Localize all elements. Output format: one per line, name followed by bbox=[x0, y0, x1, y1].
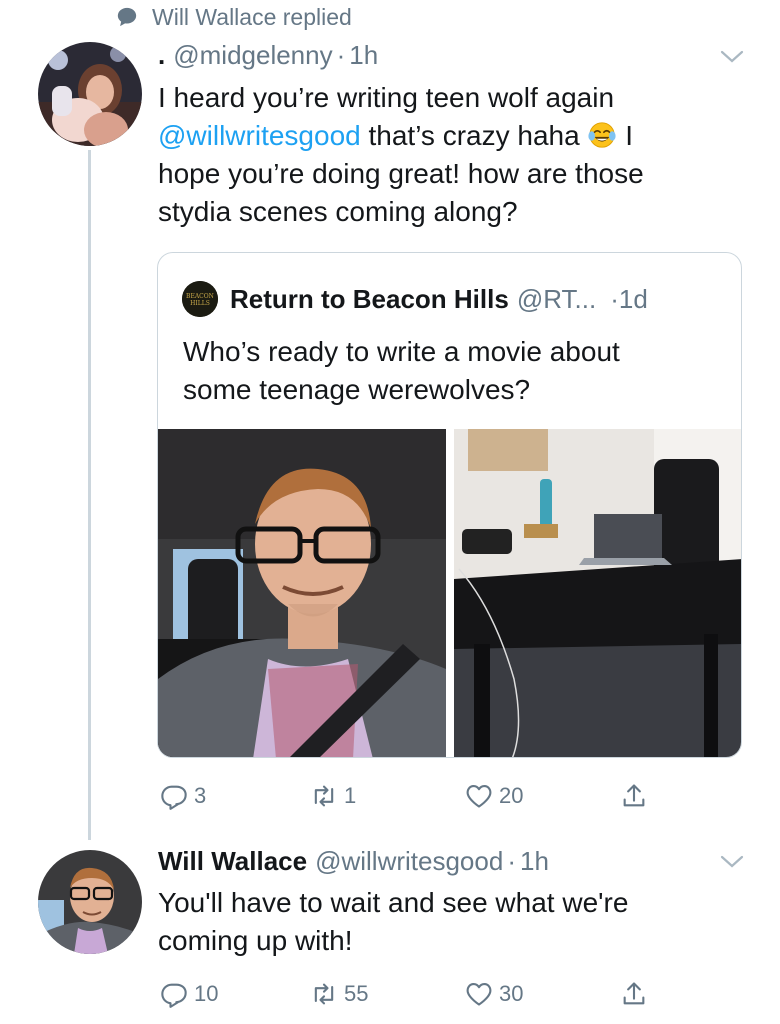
quote-photo-office[interactable] bbox=[454, 429, 741, 757]
chevron-down-icon[interactable] bbox=[720, 50, 744, 64]
retweet-button[interactable]: 1 bbox=[310, 776, 356, 816]
like-button[interactable]: 30 bbox=[465, 974, 523, 1014]
tweet1-handle[interactable]: @midgelenny bbox=[173, 40, 332, 71]
tweet1-line2: @willwritesgood that’s crazy haha I bbox=[158, 117, 738, 155]
reply-context: Will Wallace replied bbox=[116, 2, 352, 32]
face-with-tears-of-joy-icon bbox=[588, 122, 617, 148]
tweet2-name[interactable]: Will Wallace bbox=[158, 846, 307, 877]
retweet-button[interactable]: 55 bbox=[310, 974, 368, 1014]
avatar-midgelenny[interactable] bbox=[38, 42, 142, 146]
tweet1-line3: hope you’re doing great! how are those bbox=[158, 158, 644, 189]
quote-text: Who’s ready to write a movie about some … bbox=[183, 333, 723, 409]
tweet2-line2: coming up with! bbox=[158, 925, 353, 956]
reply-icon bbox=[161, 983, 187, 1008]
tweet2-meta: Will Wallace @willwritesgood · 1h bbox=[158, 846, 549, 877]
chevron-down-icon[interactable] bbox=[720, 855, 744, 869]
tweet1-time[interactable]: 1h bbox=[349, 40, 378, 71]
tweet2-time[interactable]: 1h bbox=[520, 846, 549, 877]
reply-button[interactable]: 3 bbox=[160, 776, 206, 816]
tweet1-actions: 3 1 20 bbox=[160, 776, 660, 816]
avatar-willwritesgood[interactable] bbox=[38, 850, 142, 954]
share-icon bbox=[623, 982, 645, 1005]
like-count: 20 bbox=[499, 783, 524, 808]
svg-text:BEACON: BEACON bbox=[186, 293, 214, 300]
quote-line2: some teenage werewolves? bbox=[183, 374, 531, 405]
tweet1-meta: . @midgelenny · 1h bbox=[158, 40, 378, 71]
tweet1-line2-tail: I bbox=[617, 120, 634, 151]
retweet-icon bbox=[314, 983, 334, 1005]
tweet1-text: I heard you’re writing teen wolf again @… bbox=[158, 79, 738, 231]
tweet2-line1: You'll have to wait and see what we're bbox=[158, 887, 629, 918]
tweet1-display-name[interactable]: . bbox=[158, 40, 165, 71]
tweet1-line1: I heard you’re writing teen wolf again bbox=[158, 82, 615, 113]
heart-icon bbox=[466, 785, 492, 808]
retweet-count: 1 bbox=[344, 783, 357, 808]
reply-button[interactable]: 10 bbox=[160, 974, 218, 1014]
selfie-image bbox=[158, 429, 446, 757]
avatar-image bbox=[38, 850, 142, 954]
avatar-image bbox=[38, 42, 142, 146]
quote-header: BEACON HILLS Return to Beacon Hills @RT.… bbox=[182, 281, 648, 317]
thread-line bbox=[88, 150, 91, 840]
mention-link[interactable]: @willwritesgood bbox=[158, 120, 361, 151]
replied-label: Will Wallace replied bbox=[152, 3, 352, 30]
quote-photo-selfie[interactable] bbox=[158, 429, 446, 757]
share-button[interactable] bbox=[620, 974, 654, 1014]
retweet-icon bbox=[314, 785, 334, 807]
quote-tweet-card[interactable]: BEACON HILLS Return to Beacon Hills @RT.… bbox=[157, 252, 742, 758]
svg-text:HILLS: HILLS bbox=[190, 300, 210, 307]
tweet1-separator: · bbox=[336, 40, 346, 70]
reply-icon bbox=[161, 785, 187, 810]
tweet2-separator: · bbox=[507, 846, 516, 876]
tweet2-handle[interactable]: @willwritesgood bbox=[315, 846, 503, 877]
quote-handle[interactable]: @RT... bbox=[517, 284, 596, 315]
like-button[interactable]: 20 bbox=[465, 776, 523, 816]
quote-time[interactable]: ·1d bbox=[610, 284, 648, 315]
tweet1-line2-text: that’s crazy haha bbox=[360, 120, 588, 151]
tweet2-text: You'll have to wait and see what we're c… bbox=[158, 884, 738, 960]
quote-name[interactable]: Return to Beacon Hills bbox=[230, 284, 509, 315]
quote-line1: Who’s ready to write a movie about bbox=[183, 336, 620, 367]
beacon-hills-logo: BEACON HILLS bbox=[182, 281, 218, 317]
reply-count: 3 bbox=[194, 783, 207, 808]
share-icon bbox=[623, 784, 645, 807]
speech-bubble-icon bbox=[117, 7, 137, 27]
tweet2-actions: 10 55 30 bbox=[160, 974, 660, 1014]
heart-icon bbox=[466, 983, 492, 1006]
retweet-count: 55 bbox=[344, 981, 369, 1006]
share-button[interactable] bbox=[620, 776, 654, 816]
office-image bbox=[454, 429, 741, 757]
reply-count: 10 bbox=[194, 981, 219, 1006]
tweet1-line4: stydia scenes coming along? bbox=[158, 196, 518, 227]
like-count: 30 bbox=[499, 981, 524, 1006]
